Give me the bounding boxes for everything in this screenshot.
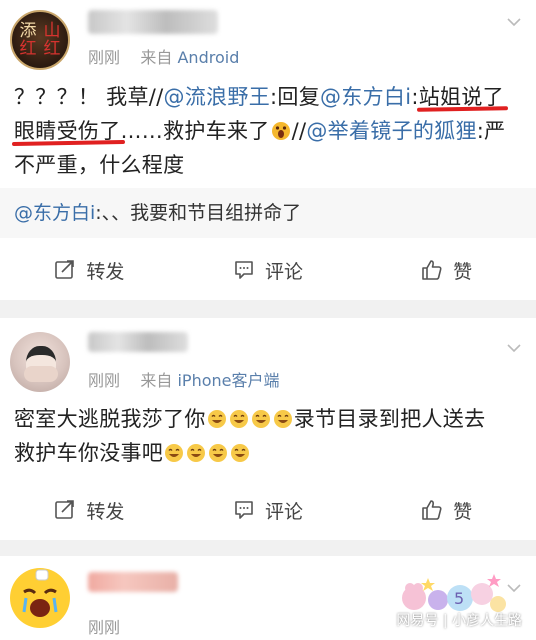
mention-link[interactable]: @东方白i	[320, 85, 411, 109]
username-blurred[interactable]	[88, 572, 178, 592]
like-icon	[422, 260, 442, 280]
grin-emoji-icon	[273, 410, 292, 428]
post-time: 刚刚	[88, 371, 121, 390]
grin-emoji-icon	[207, 410, 226, 428]
repost-button[interactable]: 转发	[0, 250, 179, 290]
like-label: 赞	[453, 500, 473, 523]
scream-emoji-icon	[271, 122, 290, 140]
post-card: 添 山 红 红 刚刚 来自 Android ？？？！ 我草//@流浪野王:回复@…	[0, 0, 536, 300]
grin-emoji-icon	[229, 410, 248, 428]
mention-link[interactable]: @东方白i	[14, 202, 95, 224]
grin-emoji-icon	[209, 444, 228, 462]
repost-label: 转发	[86, 260, 125, 283]
post-card: 刚刚 5 网易号 | 小彦人生路	[0, 556, 536, 640]
post-body: 密室大逃脱我莎了你 录节目录到把人送去 救护车你没事吧	[14, 407, 486, 465]
mention-link[interactable]: @流浪野王	[164, 85, 271, 109]
grin-emoji-icon	[165, 444, 184, 462]
comment-label: 评论	[265, 260, 304, 283]
avatar[interactable]	[10, 332, 70, 392]
comment-icon	[235, 261, 253, 279]
comment-label: 评论	[265, 500, 304, 523]
comment-button[interactable]: 评论	[179, 490, 358, 530]
svg-text:5: 5	[454, 589, 464, 608]
grin-emoji-icon	[187, 444, 206, 462]
post-meta: 刚刚 来自 Android	[88, 44, 239, 68]
quoted-text: @东方白i:、、我要和节目组拼命了	[14, 202, 302, 224]
chevron-down-icon[interactable]	[506, 580, 522, 596]
like-icon	[422, 500, 442, 520]
post-time: 刚刚	[88, 618, 121, 637]
chevron-down-icon[interactable]	[506, 14, 522, 30]
highlighted-text: 眼睛受伤了	[14, 119, 121, 143]
grin-emoji-icon	[231, 444, 250, 462]
quoted-post[interactable]: @东方白i:、、我要和节目组拼命了	[0, 188, 536, 238]
post-source[interactable]: iPhone客户端	[177, 371, 279, 390]
action-bar: 转发 评论 赞	[0, 490, 536, 530]
avatar-logo: 添 山 红 红	[19, 21, 61, 59]
grin-emoji-icon	[251, 410, 270, 428]
comment-button[interactable]: 评论	[179, 250, 358, 290]
mention-link[interactable]: @举着镜子的狐狸	[306, 119, 476, 143]
post-meta: 刚刚 来自 iPhone客户端	[88, 367, 280, 391]
username-blurred[interactable]	[88, 332, 188, 352]
username-blurred[interactable]	[88, 10, 218, 34]
post-source[interactable]: Android	[177, 48, 239, 67]
crying-face-icon	[14, 569, 66, 626]
repost-icon	[55, 500, 75, 519]
repost-label: 转发	[86, 500, 125, 523]
post-from-label: 来自	[140, 371, 173, 390]
like-button[interactable]: 赞	[357, 490, 536, 530]
post-card: 密室大逃脱我莎了你 录节目录到把人送去 救护车你没事吧 转发 评论 赞	[0, 318, 536, 540]
repost-button[interactable]: 转发	[0, 490, 179, 530]
highlighted-text: 站姐说了	[418, 85, 504, 109]
post-time: 刚刚	[88, 48, 121, 67]
comment-icon	[235, 501, 253, 519]
post-body: ？？？！ 我草//@流浪野王:回复@东方白i:站姐说了 眼睛受伤了……救护车来了 /…	[14, 85, 506, 177]
watermark: 网易号 | 小彦人生路	[396, 613, 522, 629]
like-label: 赞	[453, 260, 473, 283]
action-bar: 转发 评论 赞	[0, 250, 536, 290]
avatar[interactable]	[10, 568, 70, 628]
chevron-down-icon[interactable]	[506, 340, 522, 356]
repost-icon	[55, 260, 75, 279]
avatar[interactable]: 添 山 红 红	[10, 10, 70, 70]
post-from-label: 来自	[140, 48, 173, 67]
like-button[interactable]: 赞	[357, 250, 536, 290]
